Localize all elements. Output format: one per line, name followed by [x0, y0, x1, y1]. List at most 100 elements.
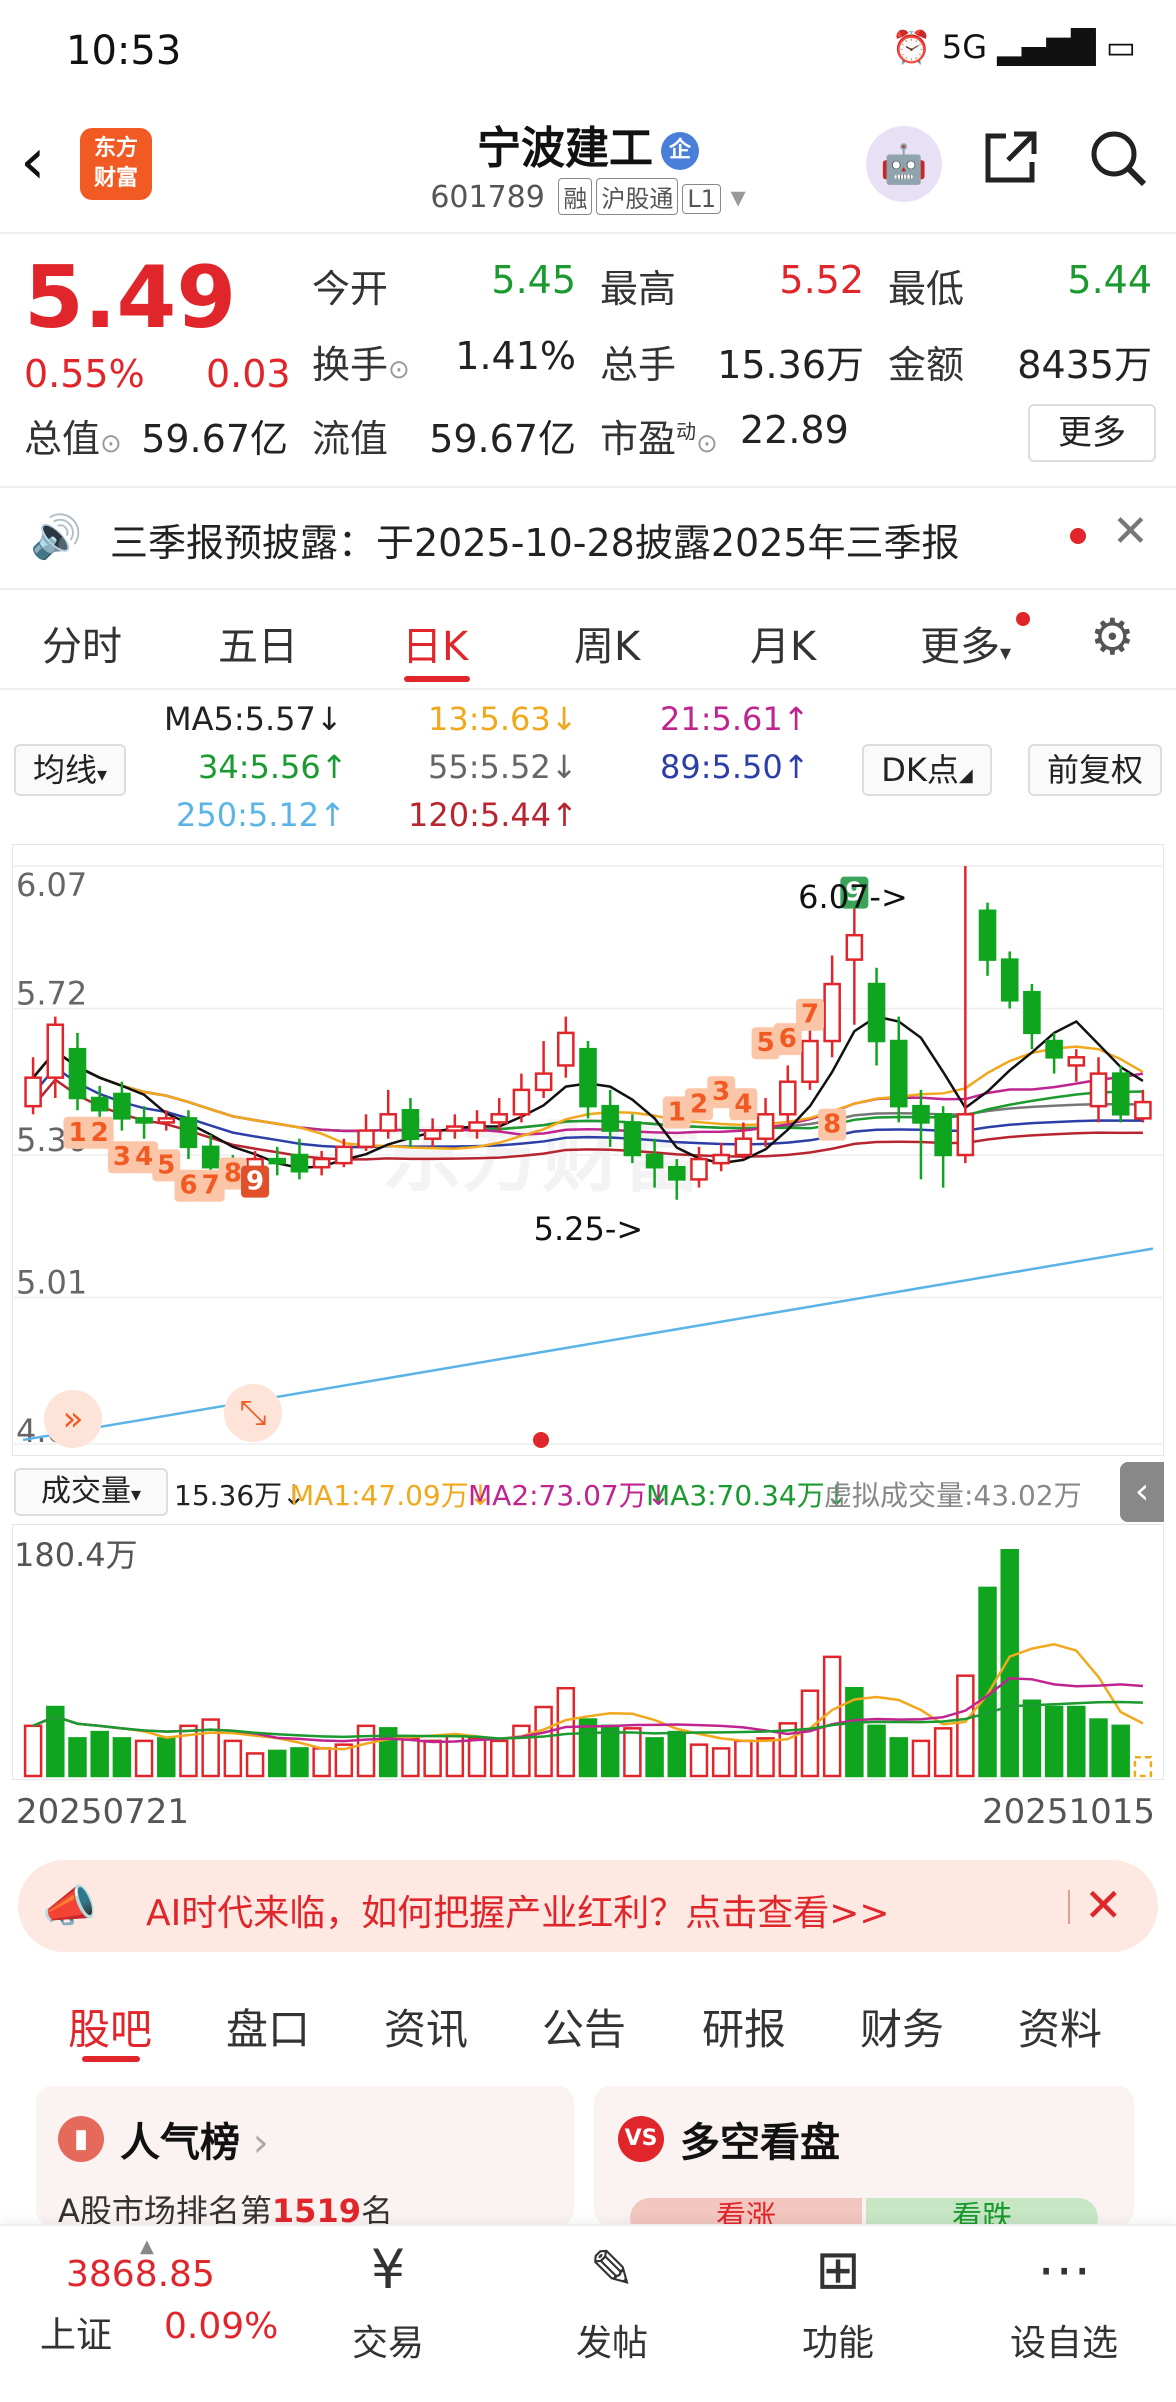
stock-name: 宁波建工 — [477, 123, 653, 174]
float-cap-value: 59.67亿 — [429, 417, 576, 461]
notice-text[interactable]: 三季报预披露：于2025-10-28披露2025年三季报 — [110, 512, 960, 567]
volume-bar — [1111, 1724, 1130, 1778]
nav-add-watchlist[interactable]: ⋯ 设自选 — [994, 2240, 1134, 2366]
assistant-avatar-icon[interactable]: 🤖 — [866, 126, 942, 202]
tab-research[interactable]: 研报 — [702, 1996, 786, 2057]
dk-marker-label: 4 — [135, 1142, 153, 1172]
tab-announcements[interactable]: 公告 — [542, 1996, 626, 2057]
tab-forum[interactable]: 股吧 — [68, 1996, 152, 2057]
status-icons: ⏰ 5G ▂▄▆█ ▭ — [891, 28, 1136, 66]
promo-divider — [1068, 1890, 1070, 1924]
high-label: 最高 — [600, 267, 677, 311]
candle-body — [889, 1039, 908, 1108]
candle-body — [1111, 1072, 1130, 1116]
open-label: 今开 — [312, 267, 389, 311]
kline-chart[interactable]: 6.075.725.365.014.65东方财富1234567891234567… — [12, 844, 1164, 1460]
tab-monthly-k[interactable]: 月K — [750, 614, 816, 672]
volume-svg[interactable] — [12, 1524, 1164, 1780]
dk-marker-label: 2 — [690, 1089, 708, 1119]
unread-dot — [1070, 528, 1086, 544]
volume-bar — [1000, 1549, 1019, 1778]
close-icon[interactable]: ✕ — [1112, 506, 1149, 557]
tab-orderbook[interactable]: 盘口 — [226, 1996, 310, 2057]
candle-body — [423, 1129, 442, 1140]
candle-body — [1045, 1039, 1063, 1059]
volume-bar — [134, 1739, 154, 1778]
tab-daily-k[interactable]: 日K — [402, 614, 468, 672]
volume-bar — [711, 1747, 731, 1778]
tab-more[interactable]: 更多▾ — [920, 614, 1011, 672]
tab-five-day[interactable]: 五日 — [218, 614, 298, 672]
index-value[interactable]: 3868.85 — [66, 2254, 215, 2295]
collapse-panel-icon[interactable]: ‹ — [1120, 1462, 1164, 1522]
dk-marker-label: 2 — [91, 1118, 109, 1148]
more-quote-button[interactable]: 更多 — [1028, 404, 1156, 462]
event-dot[interactable] — [533, 1432, 549, 1448]
promo-text[interactable]: AI时代来临，如何把握产业红利？点击查看>> — [146, 1884, 890, 1936]
candle-body — [801, 1039, 819, 1083]
candle-body — [1089, 1072, 1108, 1108]
candle-body — [557, 1031, 575, 1067]
nav-trade-label: 交易 — [351, 2323, 424, 2364]
volume-bar — [423, 1739, 442, 1778]
volume-bar — [556, 1686, 576, 1778]
volume-selector[interactable]: 成交量▾ — [14, 1468, 168, 1516]
nav-trade[interactable]: ¥ 交易 — [318, 2240, 458, 2366]
dk-marker-label: 3 — [712, 1077, 730, 1107]
chevron-down-icon[interactable]: ▾ — [731, 180, 746, 215]
volume-bar — [1022, 1699, 1042, 1778]
nav-post-label: 发帖 — [575, 2323, 648, 2364]
index-change[interactable]: 0.09% — [164, 2306, 278, 2347]
index-name[interactable]: 上证 — [40, 2306, 112, 2358]
ma250-line — [22, 1247, 1154, 1442]
tag-level: L1 — [682, 184, 722, 214]
dk-point-toggle[interactable]: DK点◢ — [862, 744, 992, 796]
share-icon[interactable] — [980, 126, 1042, 202]
current-price: 5.49 — [24, 248, 237, 348]
dk-marker-label: 4 — [734, 1089, 752, 1119]
nav-post[interactable]: ✎ 发帖 — [542, 2240, 682, 2366]
volume-ma1: MA1:47.09万↓ — [290, 1479, 493, 1512]
edit-icon: ✎ — [589, 2238, 635, 2301]
tab-news[interactable]: 资讯 — [384, 1996, 468, 2057]
ma-selector[interactable]: 均线▾ — [14, 744, 126, 796]
volume-bar — [312, 1747, 331, 1778]
bull-bear-title: 多空看盘 — [680, 2120, 840, 2166]
search-icon[interactable] — [1086, 126, 1150, 204]
candle-body — [690, 1157, 708, 1181]
volume-chart[interactable] — [12, 1524, 1164, 1780]
volume-bar — [689, 1743, 709, 1778]
caret-up-icon: ▲ — [140, 2236, 154, 2257]
dk-marker-label: 6 — [179, 1171, 197, 1201]
tab-finance[interactable]: 财务 — [860, 1996, 944, 2057]
dk-marker-label: 5 — [757, 1028, 775, 1058]
kline-svg[interactable]: 6.075.725.365.014.65东方财富1234567891234567… — [12, 844, 1164, 1456]
expand-left-icon[interactable]: » — [44, 1390, 102, 1448]
volume-bar — [911, 1739, 931, 1778]
dk-marker-label: 1 — [68, 1118, 86, 1148]
low-annotation: 5.25-> — [534, 1210, 644, 1248]
dk-marker-label: 6 — [779, 1024, 797, 1054]
pe-value: 22.89 — [740, 408, 849, 452]
pe-label: 市盈动⊙ — [600, 417, 718, 461]
gear-icon[interactable]: ⚙ — [1090, 608, 1135, 666]
dk-marker-label: 5 — [157, 1150, 175, 1180]
candle-body — [823, 982, 841, 1043]
close-icon[interactable]: ✕ — [1084, 1878, 1123, 1932]
tab-intraday[interactable]: 分时 — [42, 614, 122, 672]
low-value: 5.44 — [1067, 258, 1152, 302]
tab-weekly-k[interactable]: 周K — [574, 614, 640, 672]
ma120-value: 120:5.44↑ — [408, 796, 578, 834]
tab-profile[interactable]: 资料 — [1018, 1996, 1102, 2057]
y-tick-label: 6.07 — [16, 866, 87, 904]
nav-functions[interactable]: ⊞ 功能 — [768, 2240, 908, 2366]
start-date: 20250721 — [16, 1792, 190, 1832]
candle-body — [201, 1145, 220, 1169]
volume-bar — [245, 1752, 265, 1778]
volume-bar — [800, 1689, 820, 1778]
price-adjust-toggle[interactable]: 前复权 — [1028, 744, 1162, 796]
more-icon: ⋯ — [1037, 2238, 1091, 2301]
dk-marker-label: 7 — [202, 1171, 220, 1201]
y-tick-label: 5.01 — [16, 1263, 87, 1301]
fullscreen-icon[interactable]: ⤡ — [224, 1384, 282, 1442]
